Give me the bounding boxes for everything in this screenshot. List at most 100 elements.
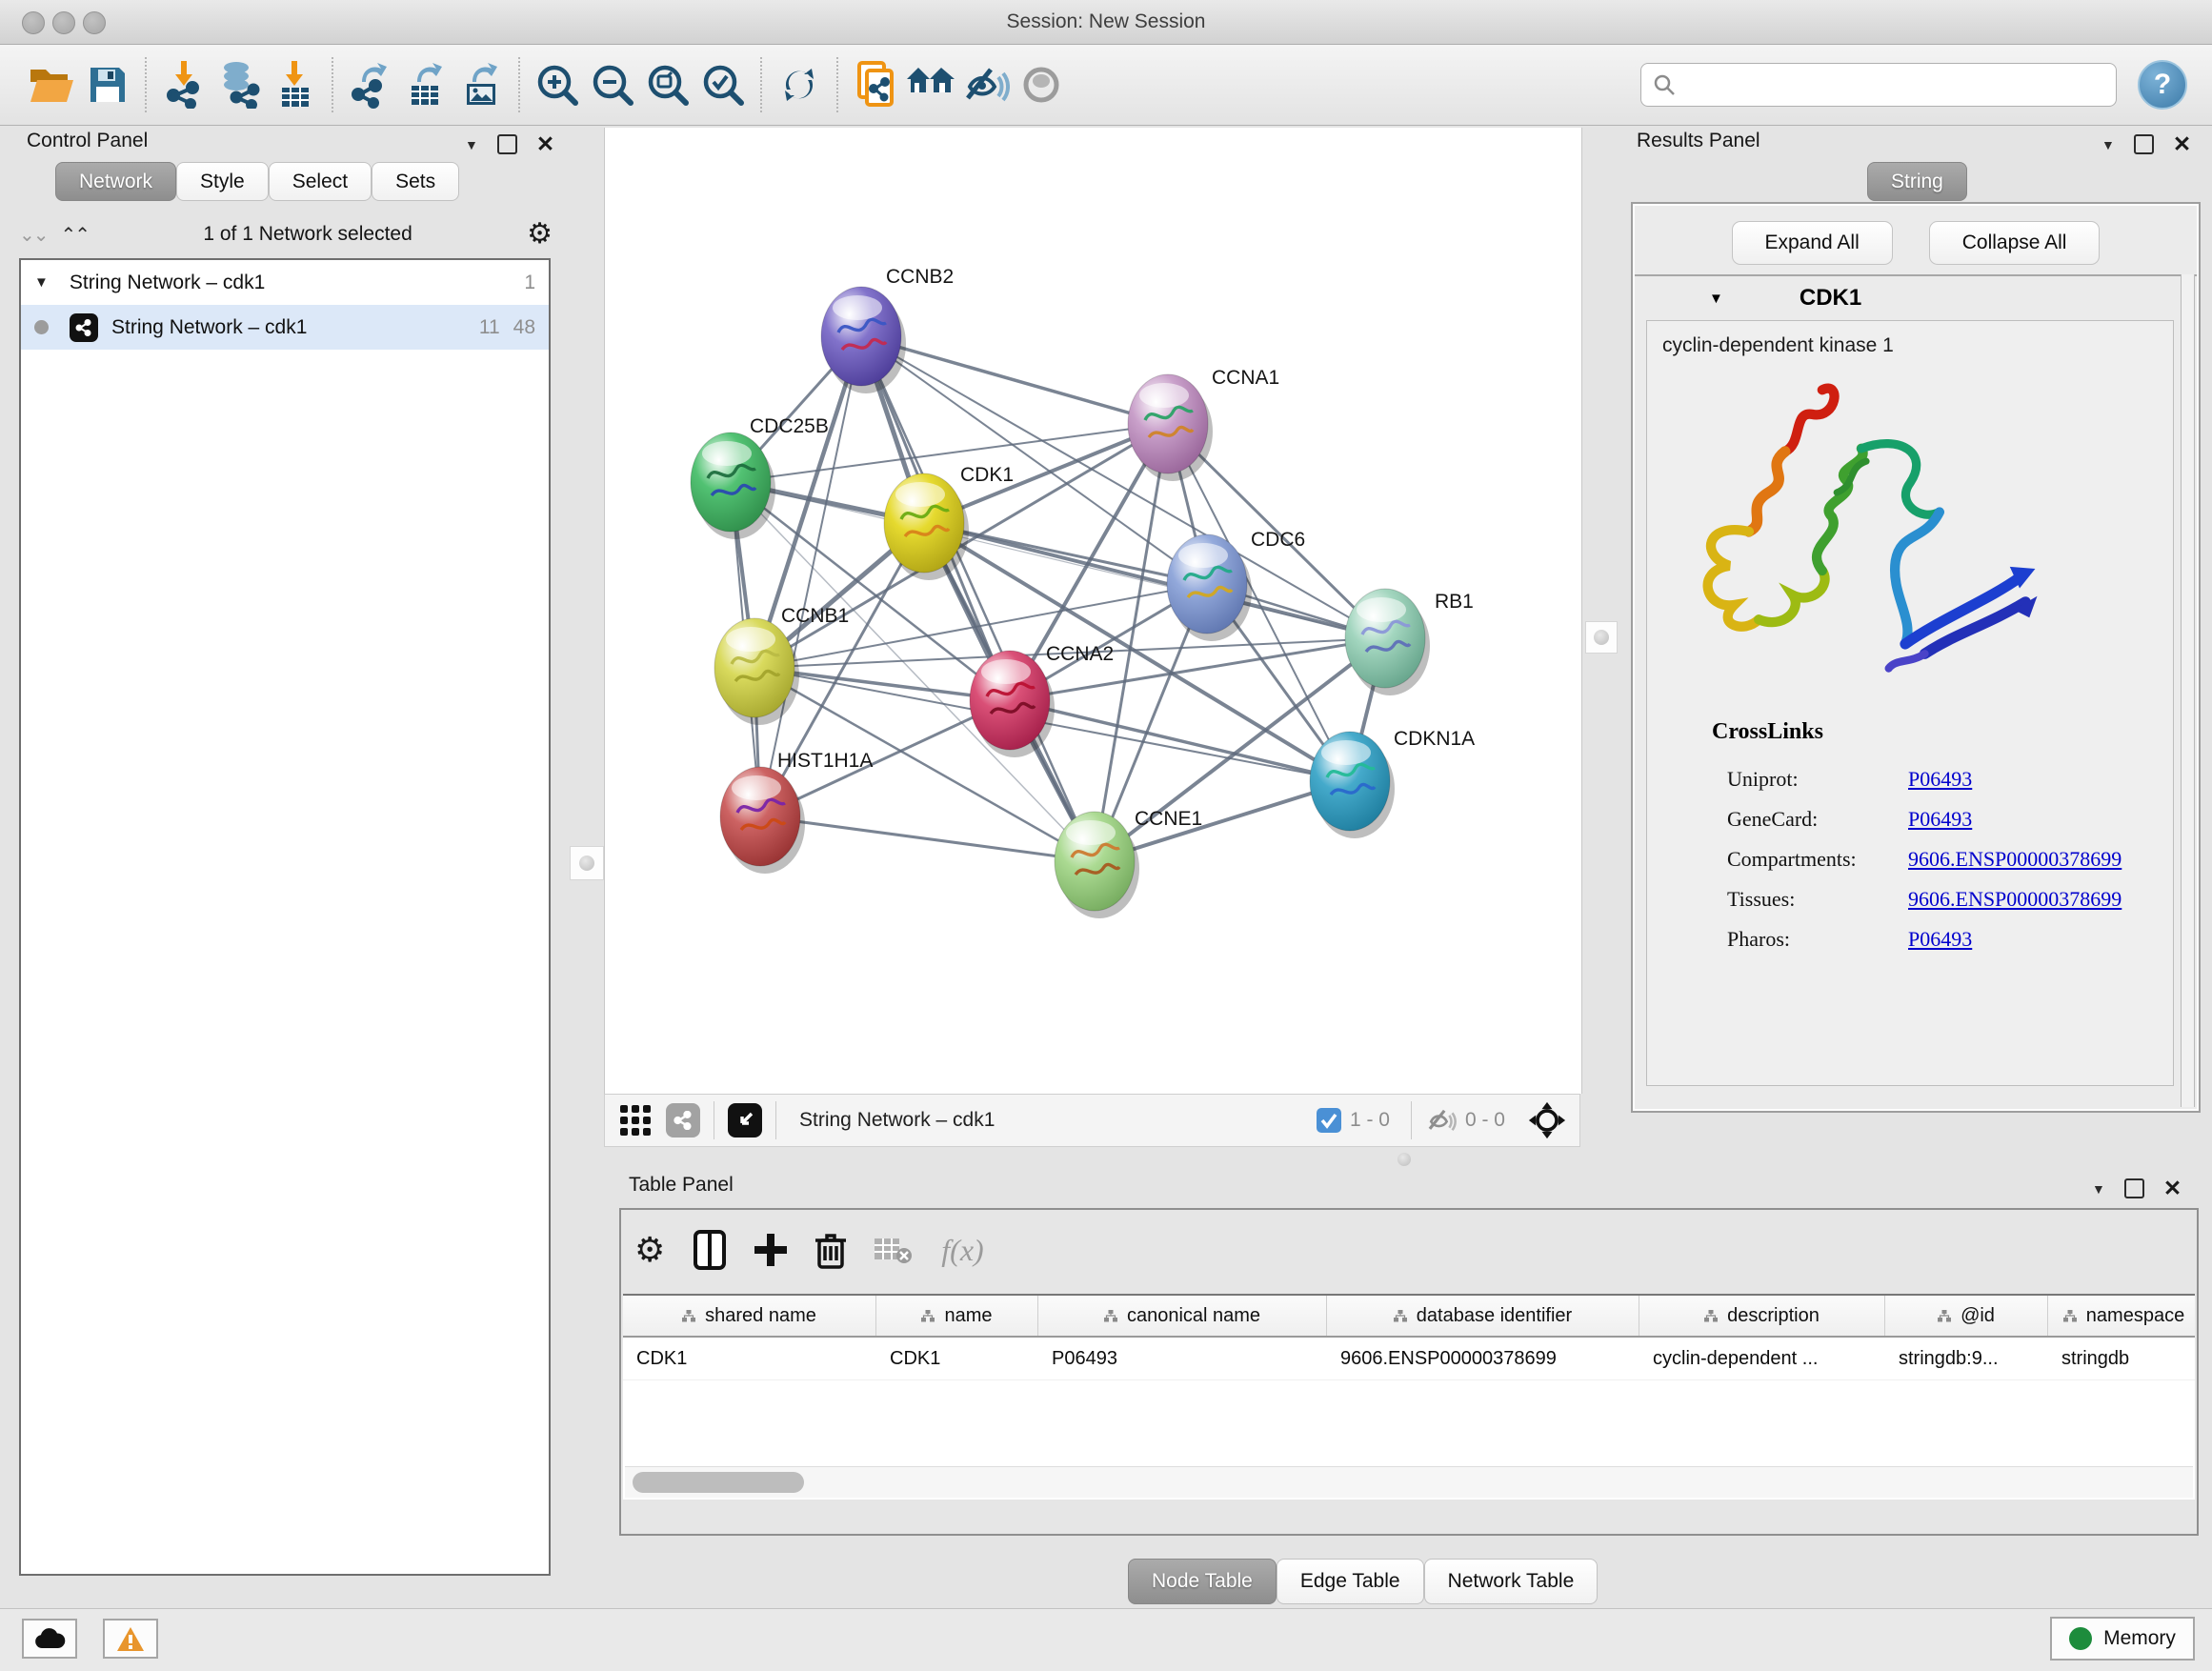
- expand-all-button[interactable]: Expand All: [1732, 221, 1893, 265]
- network-node-CCNA2[interactable]: CCNA2: [970, 643, 1114, 757]
- memory-button[interactable]: Memory: [2050, 1617, 2195, 1661]
- search-input[interactable]: [1685, 73, 2104, 97]
- left-splitter-handle[interactable]: [570, 846, 604, 880]
- open-session-icon[interactable]: [25, 56, 80, 113]
- scrollbar-thumb[interactable]: [633, 1472, 804, 1493]
- table-cell[interactable]: P06493: [1038, 1338, 1327, 1379]
- table-cell[interactable]: cyclin-dependent ...: [1639, 1338, 1885, 1379]
- tab-style[interactable]: Style: [176, 162, 269, 201]
- show-columns-icon[interactable]: [694, 1230, 726, 1270]
- tab-node-table[interactable]: Node Table: [1128, 1559, 1277, 1604]
- selected-checkbox-icon[interactable]: [1316, 1107, 1342, 1134]
- column-header--id[interactable]: @id: [1885, 1296, 2048, 1336]
- table-horizontal-scrollbar[interactable]: [625, 1466, 2193, 1498]
- table-cell[interactable]: stringdb:9...: [1885, 1338, 2048, 1379]
- table-tabs: Node Table Edge Table Network Table: [1128, 1559, 1598, 1604]
- node-entry-header[interactable]: ▼ CDK1: [1635, 274, 2197, 320]
- table-cell[interactable]: CDK1: [623, 1338, 876, 1379]
- tab-sets[interactable]: Sets: [372, 162, 459, 201]
- apply-layout-icon[interactable]: [772, 56, 827, 113]
- tab-string[interactable]: String: [1867, 162, 1967, 201]
- new-network-from-selection-icon[interactable]: [848, 56, 903, 113]
- column-header-namespace[interactable]: namespace: [2048, 1296, 2195, 1336]
- network-node-CDK1[interactable]: CDK1: [884, 464, 1014, 580]
- column-header-name[interactable]: name: [876, 1296, 1038, 1336]
- crosslink-tissues[interactable]: 9606.ENSP00000378699: [1908, 887, 2122, 912]
- search-box[interactable]: [1640, 63, 2117, 107]
- help-icon[interactable]: ?: [2138, 60, 2187, 110]
- create-column-icon[interactable]: [754, 1234, 787, 1266]
- table-cell[interactable]: 9606.ENSP00000378699: [1327, 1338, 1639, 1379]
- network-node-CDC25B[interactable]: CDC25B: [691, 415, 829, 539]
- expand-all-networks-icon[interactable]: ⌄⌄: [19, 223, 48, 247]
- column-header-canonical-name[interactable]: canonical name: [1038, 1296, 1327, 1336]
- network-node-CCNA1[interactable]: CCNA1: [1128, 367, 1279, 481]
- collapse-all-button[interactable]: Collapse All: [1929, 221, 2101, 265]
- network-node-HIST1H1A[interactable]: HIST1H1A: [720, 750, 873, 874]
- table-row[interactable]: CDK1CDK1P064939606.ENSP00000378699cyclin…: [623, 1338, 2195, 1380]
- zoom-fit-icon[interactable]: [640, 56, 695, 113]
- collapse-all-networks-icon[interactable]: ⌃⌃: [61, 223, 90, 247]
- collapse-panel-icon[interactable]: ▼: [465, 137, 478, 152]
- tab-edge-table[interactable]: Edge Table: [1277, 1559, 1424, 1604]
- float-panel-icon[interactable]: [2124, 1178, 2144, 1198]
- save-session-icon[interactable]: [80, 56, 135, 113]
- float-panel-icon[interactable]: [2134, 134, 2154, 154]
- network-node-RB1[interactable]: RB1: [1345, 589, 1474, 695]
- network-node-CDKN1A[interactable]: CDKN1A: [1310, 728, 1475, 838]
- entry-expander-icon[interactable]: ▼: [1709, 291, 1723, 307]
- eye-slash-icon[interactable]: [958, 56, 1014, 113]
- network-canvas[interactable]: CCNB2 CCNA1 CDC25B CDK1 CDC6 RB1 CCNB1 CCNA2 CDK…: [604, 128, 1582, 1094]
- crosslink-genecard[interactable]: P06493: [1908, 807, 1972, 832]
- close-panel-icon[interactable]: ✕: [2173, 131, 2191, 157]
- delete-column-icon[interactable]: [815, 1231, 846, 1269]
- close-panel-icon[interactable]: ✕: [2163, 1176, 2182, 1201]
- birds-eye-view-icon[interactable]: [728, 1103, 762, 1137]
- table-options-gear-icon[interactable]: ⚙: [634, 1233, 665, 1267]
- zoom-selected-icon[interactable]: [695, 56, 751, 113]
- import-network-database-icon[interactable]: [211, 56, 267, 113]
- tab-network-table[interactable]: Network Table: [1424, 1559, 1599, 1604]
- fit-selection-crosshair-icon[interactable]: [1528, 1101, 1566, 1139]
- table-cell[interactable]: CDK1: [876, 1338, 1038, 1379]
- table-cell[interactable]: stringdb: [2048, 1338, 2195, 1379]
- network-node-CDC6[interactable]: CDC6: [1167, 529, 1305, 641]
- column-header-database-identifier[interactable]: database identifier: [1327, 1296, 1639, 1336]
- network-node-CCNE1[interactable]: CCNE1: [1055, 808, 1202, 918]
- zoom-out-icon[interactable]: [585, 56, 640, 113]
- close-panel-icon[interactable]: ✕: [536, 131, 554, 157]
- import-network-file-icon[interactable]: [156, 56, 211, 113]
- zoom-in-icon[interactable]: [530, 56, 585, 113]
- homes-icon[interactable]: [903, 56, 958, 113]
- collapse-panel-icon[interactable]: ▼: [2101, 137, 2115, 152]
- tab-network[interactable]: Network: [55, 162, 176, 201]
- column-header-description[interactable]: description: [1639, 1296, 1885, 1336]
- results-scrollbar[interactable]: [2181, 274, 2195, 1107]
- window-title: Session: New Session: [0, 0, 2212, 44]
- export-image-icon[interactable]: [453, 56, 509, 113]
- network-row[interactable]: String Network – cdk1 11 48: [21, 305, 549, 350]
- eye-icon[interactable]: [1014, 56, 1069, 113]
- collapse-panel-icon[interactable]: ▼: [2092, 1181, 2105, 1197]
- crosslink-compartments[interactable]: 9606.ENSP00000378699: [1908, 847, 2122, 872]
- network-collection-row[interactable]: ▼ String Network – cdk1 1: [21, 260, 549, 305]
- grid-view-icon[interactable]: [618, 1103, 653, 1137]
- crosslink-pharos[interactable]: P06493: [1908, 927, 1972, 952]
- export-table-icon[interactable]: [398, 56, 453, 113]
- network-node-CCNB2[interactable]: CCNB2: [821, 266, 954, 393]
- node-label-CCNB1: CCNB1: [781, 605, 849, 627]
- horizontal-splitter-handle[interactable]: [1393, 1151, 1416, 1168]
- tab-select[interactable]: Select: [269, 162, 372, 201]
- network-options-gear-icon[interactable]: ⚙: [527, 220, 553, 249]
- collection-expander-icon[interactable]: ▼: [34, 274, 49, 291]
- float-panel-icon[interactable]: [497, 134, 517, 154]
- import-table-file-icon[interactable]: [267, 56, 322, 113]
- crosslink-uniprot[interactable]: P06493: [1908, 767, 1972, 792]
- cloud-status-button[interactable]: [22, 1619, 77, 1659]
- export-network-icon[interactable]: [343, 56, 398, 113]
- right-splitter-handle[interactable]: [1585, 621, 1618, 654]
- main-toolbar: ?: [0, 45, 2212, 126]
- column-header-shared-name[interactable]: shared name: [623, 1296, 876, 1336]
- warning-status-button[interactable]: [103, 1619, 158, 1659]
- share-view-icon[interactable]: [666, 1103, 700, 1137]
